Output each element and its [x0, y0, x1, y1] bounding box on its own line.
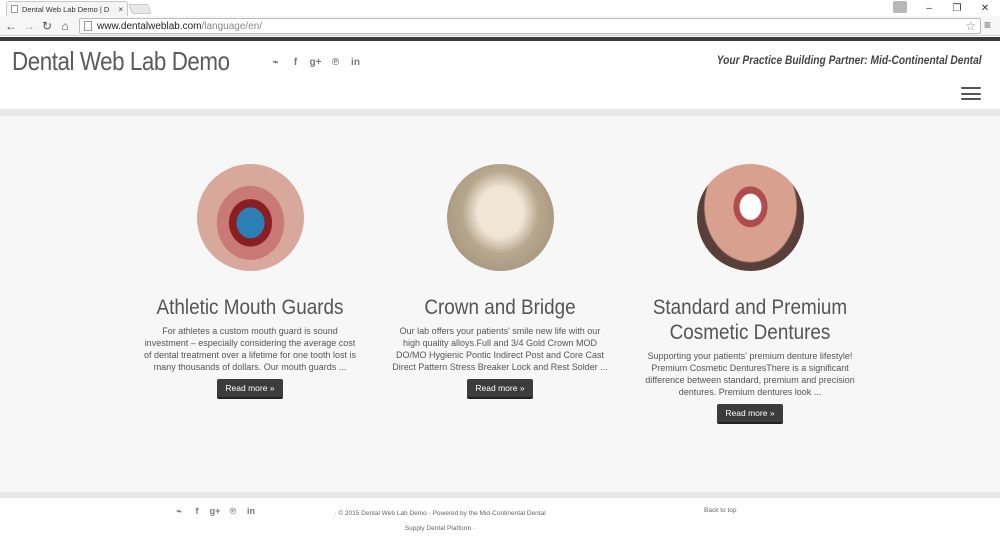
facebook-icon[interactable]: f	[192, 506, 202, 516]
pinterest-icon[interactable]: ℗	[228, 506, 238, 516]
site-footer: ⌁ f g+ ℗ in · © 2015 Dental Web Lab Demo…	[0, 498, 1000, 538]
back-to-top-link[interactable]: Back to top	[704, 507, 737, 514]
google-plus-icon[interactable]: g+	[210, 506, 221, 516]
page-info-icon	[84, 21, 92, 31]
reload-icon[interactable]: ↻	[39, 18, 55, 34]
google-plus-icon[interactable]: g+	[310, 57, 322, 68]
feature-card: Athletic Mouth Guards For athletes a cus…	[135, 116, 365, 399]
feature-text: For athletes a custom mouth guard is sou…	[143, 326, 357, 372]
site-header: Dental Web Lab Demo ⌁ f g+ ℗ in Your Pra…	[0, 41, 1000, 109]
browser-toolbar: ← → ↻ ⌂ www.dentalweblab.com /language/e…	[0, 16, 1000, 36]
read-more-button[interactable]: Read more »	[467, 379, 533, 399]
facebook-icon[interactable]: f	[290, 57, 301, 68]
linkedin-icon[interactable]: in	[350, 57, 361, 68]
features-section: Athletic Mouth Guards For athletes a cus…	[0, 116, 1000, 492]
feature-title[interactable]: Athletic Mouth Guards	[147, 295, 354, 320]
hamburger-menu-icon[interactable]	[961, 87, 981, 100]
copyright-text: · © 2015 Dental Web Lab Demo · Powered b…	[334, 510, 546, 532]
browser-tab[interactable]: Dental Web Lab Demo | D ×	[6, 1, 128, 16]
rss-icon[interactable]: ⌁	[174, 506, 184, 516]
feature-text: Our lab offers your patients' smile new …	[392, 326, 608, 372]
header-divider	[0, 109, 1000, 116]
back-arrow-icon[interactable]: ←	[3, 18, 19, 34]
crown-bridge-image[interactable]	[446, 164, 554, 271]
read-more-button[interactable]: Read more »	[217, 379, 283, 399]
rss-icon[interactable]: ⌁	[270, 57, 281, 68]
url-host: www.dentalweblab.com	[97, 20, 202, 32]
dentures-image[interactable]	[696, 164, 804, 271]
tab-title: Dental Web Lab Demo | D	[22, 4, 110, 14]
restore-button[interactable]: ❐	[943, 0, 971, 16]
footer-social-links: ⌁ f g+ ℗ in	[174, 506, 256, 517]
address-bar[interactable]: www.dentalweblab.com /language/en/ ☆	[79, 18, 981, 34]
bookmark-star-icon[interactable]: ☆	[965, 19, 976, 33]
feature-card: Standard and Premium Cosmetic Dentures S…	[635, 116, 865, 424]
feature-card: Crown and Bridge Our lab offers your pat…	[385, 116, 615, 399]
browser-tabstrip: Dental Web Lab Demo | D × – ❐ ✕	[0, 0, 1000, 16]
user-profile-icon[interactable]	[893, 1, 907, 13]
header-social-links: ⌁ f g+ ℗ in	[270, 57, 361, 68]
home-icon[interactable]: ⌂	[57, 18, 73, 34]
minimize-button[interactable]: –	[915, 0, 943, 16]
site-title[interactable]: Dental Web Lab Demo	[12, 46, 230, 77]
feature-text: Supporting your patients' premium dentur…	[645, 351, 855, 397]
tab-close-icon[interactable]: ×	[118, 5, 123, 14]
linkedin-icon[interactable]: in	[246, 506, 256, 516]
browser-menu-icon[interactable]: ≡	[984, 18, 991, 32]
page-icon	[11, 5, 18, 13]
url-path: /language/en/	[201, 20, 263, 32]
read-more-button[interactable]: Read more »	[717, 404, 783, 424]
feature-title[interactable]: Crown and Bridge	[397, 295, 604, 320]
mouth-guard-image[interactable]	[196, 164, 304, 271]
feature-title[interactable]: Standard and Premium Cosmetic Dentures	[647, 295, 854, 345]
pinterest-icon[interactable]: ℗	[330, 57, 341, 68]
new-tab-button[interactable]	[128, 4, 152, 14]
forward-arrow-icon[interactable]: →	[21, 18, 37, 34]
site-tagline: Your Practice Building Partner: Mid-Cont…	[717, 53, 982, 67]
close-window-button[interactable]: ✕	[971, 0, 999, 16]
